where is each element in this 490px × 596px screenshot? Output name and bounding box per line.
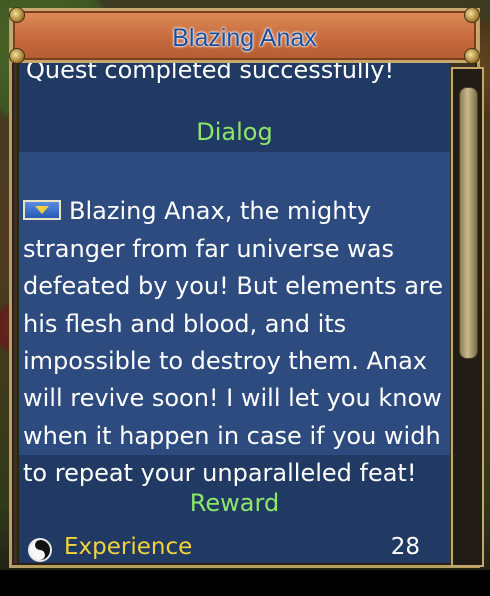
dialog-message-box: Blazing Anax, the mighty stranger from f… (19, 152, 450, 487)
yin-yang-icon (28, 538, 52, 562)
scrollbar-thumb[interactable] (459, 87, 478, 359)
speech-icon (23, 200, 61, 221)
reward-heading: Reward (189, 489, 280, 517)
dialog-message-text: Blazing Anax, the mighty stranger from f… (23, 197, 443, 488)
experience-value: 28 (390, 534, 420, 560)
dialog-message: Blazing Anax, the mighty stranger from f… (23, 156, 446, 493)
dialog-title: Blazing Anax (172, 24, 317, 52)
experience-reward-row: Experience 28 (24, 534, 444, 563)
experience-label: Experience (64, 534, 193, 560)
content-scrollbar[interactable] (451, 67, 484, 567)
top-right-gem-icon (464, 7, 480, 23)
dialog-title-bar: Blazing Anax (9, 7, 480, 64)
dialog-heading: Dialog (196, 118, 273, 146)
quest-status-text: Quest completed successfully! (26, 63, 395, 84)
top-left-gem-icon (9, 7, 25, 23)
bottom-screen-strip (0, 570, 490, 596)
quest-content-panel[interactable]: Quest completed successfully! Dialog Bla… (17, 63, 450, 563)
